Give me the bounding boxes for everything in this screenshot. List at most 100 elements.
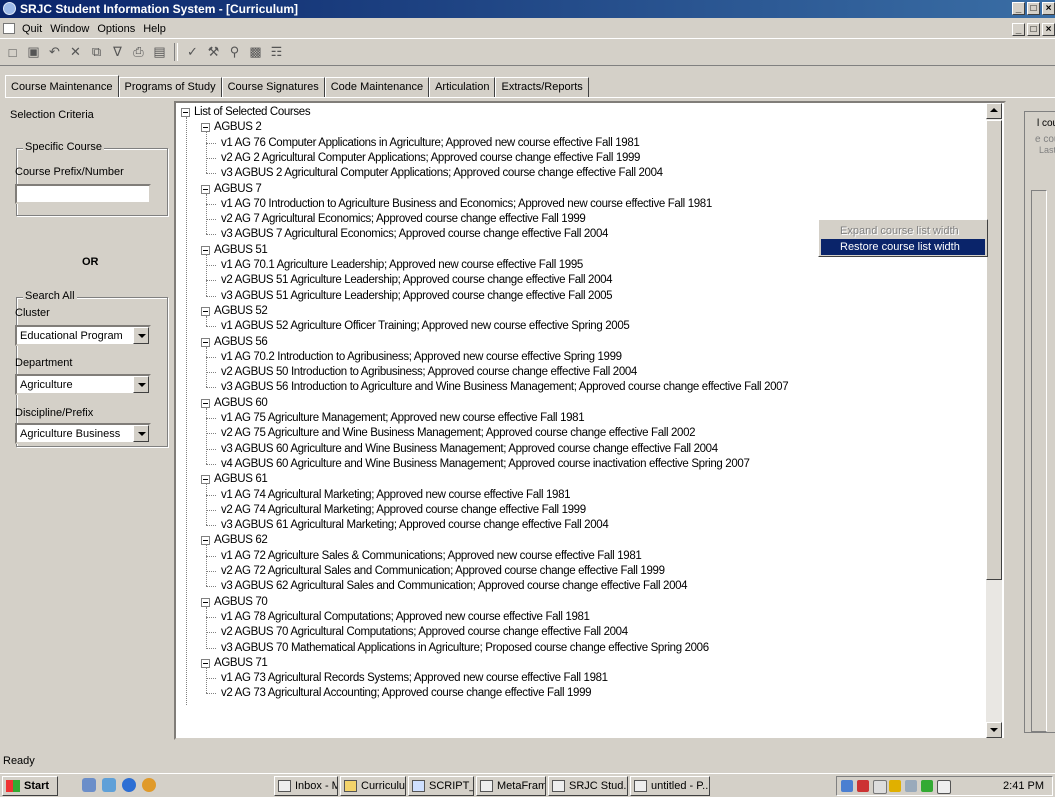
collapse-icon[interactable]: [181, 108, 190, 117]
desktop-icon[interactable]: [82, 778, 96, 792]
tab-extracts-reports[interactable]: Extracts/Reports: [495, 77, 589, 97]
tree-group-node[interactable]: AGBUS 51: [214, 242, 268, 258]
tree-version-item[interactable]: v1 AG 76 Computer Applications in Agricu…: [221, 135, 640, 151]
preview-icon[interactable]: ▤: [151, 44, 168, 61]
collapse-icon[interactable]: [201, 123, 210, 133]
tree-group-node[interactable]: AGBUS 52: [214, 303, 268, 319]
menu-options[interactable]: Options: [97, 23, 135, 35]
app-icon[interactable]: [3, 2, 16, 15]
tree-group-node[interactable]: AGBUS 56: [214, 334, 268, 350]
spellcheck-icon[interactable]: ✓: [184, 44, 201, 61]
restore-course-list-width-item[interactable]: Restore course list width: [821, 239, 985, 255]
network-icon[interactable]: [841, 780, 853, 792]
tree-version-item[interactable]: v3 AGBUS 70 Mathematical Applications in…: [221, 640, 709, 656]
tree-version-item[interactable]: v4 AGBUS 60 Agriculture and Wine Busines…: [221, 456, 750, 472]
media-icon[interactable]: [142, 778, 156, 792]
volume-icon[interactable]: [873, 780, 887, 794]
tree-group-node[interactable]: AGBUS 71: [214, 655, 268, 671]
discipline-select[interactable]: Agriculture Business: [15, 423, 151, 444]
document-icon[interactable]: [3, 23, 15, 34]
undo-icon[interactable]: ↶: [46, 44, 63, 61]
tree-group-node[interactable]: AGBUS 62: [214, 532, 268, 548]
tree-version-item[interactable]: v1 AG 75 Agriculture Management; Approve…: [221, 410, 585, 426]
mdi-restore-button[interactable]: □: [1027, 23, 1040, 36]
report-icon[interactable]: ☶: [268, 44, 285, 61]
export-icon[interactable]: ▩: [247, 44, 264, 61]
maximize-button[interactable]: □: [1027, 2, 1040, 15]
tree-version-item[interactable]: v2 AGBUS 70 Agricultural Computations; A…: [221, 624, 628, 640]
chevron-down-icon[interactable]: [133, 376, 149, 393]
course-list-tree[interactable]: List of Selected Courses AGBUS 2 v1 AG 76 …: [174, 101, 1006, 740]
tree-version-item[interactable]: v2 AGBUS 50 Introduction to Agribusiness…: [221, 364, 637, 380]
print-icon[interactable]: ⎙: [130, 44, 147, 61]
filter-icon[interactable]: ∇: [109, 44, 126, 61]
tree-version-item[interactable]: v2 AG 72 Agricultural Sales and Communic…: [221, 563, 665, 579]
tree-group-node[interactable]: AGBUS 70: [214, 594, 268, 610]
explorer-icon[interactable]: [102, 778, 116, 792]
tree-version-item[interactable]: v3 AGBUS 62 Agricultural Sales and Commu…: [221, 578, 688, 594]
start-button[interactable]: Start: [2, 776, 58, 796]
scroll-up-button[interactable]: [986, 103, 1002, 119]
menu-help[interactable]: Help: [143, 23, 166, 35]
tree-version-item[interactable]: v1 AG 78 Agricultural Computations; Appr…: [221, 609, 590, 625]
shield-icon[interactable]: [857, 780, 869, 792]
mdi-close-button[interactable]: ×: [1042, 23, 1055, 36]
task-metaframe[interactable]: MetaFram...: [476, 776, 546, 796]
tree-group-node[interactable]: AGBUS 2: [214, 119, 262, 135]
task-untitled-paint[interactable]: untitled - P...: [630, 776, 710, 796]
clock[interactable]: 2:41 PM: [1003, 780, 1044, 792]
internet-explorer-icon[interactable]: [122, 778, 136, 792]
collapse-icon[interactable]: [201, 658, 210, 668]
department-select[interactable]: Agriculture: [15, 374, 151, 395]
tree-version-item[interactable]: v1 AG 70.1 Agriculture Leadership; Appro…: [221, 257, 583, 273]
chevron-down-icon[interactable]: [133, 425, 149, 442]
task-srjc-student[interactable]: SRJC Stud...: [548, 776, 628, 796]
tree-version-item[interactable]: v3 AGBUS 61 Agricultural Marketing; Appr…: [221, 517, 609, 533]
tree-version-item[interactable]: v2 AG 2 Agricultural Computer Applicatio…: [221, 150, 640, 166]
cluster-select[interactable]: Educational Program: [15, 325, 151, 346]
tree-version-item[interactable]: v2 AG 75 Agriculture and Wine Business M…: [221, 425, 696, 441]
tools-icon[interactable]: ⚒: [205, 44, 222, 61]
course-prefix-input[interactable]: [15, 184, 151, 204]
vertical-scrollbar[interactable]: [986, 103, 1002, 738]
collapse-icon[interactable]: [201, 337, 210, 347]
collapse-icon[interactable]: [201, 398, 210, 408]
task-inbox[interactable]: Inbox - Mic...: [274, 776, 338, 796]
chevron-down-icon[interactable]: [133, 327, 149, 344]
tree-version-item[interactable]: v2 AG 7 Agricultural Economics; Approved…: [221, 211, 586, 227]
tree-group-node[interactable]: AGBUS 7: [214, 181, 262, 197]
tab-code-maintenance[interactable]: Code Maintenance: [324, 77, 430, 97]
update-icon[interactable]: [921, 780, 933, 792]
task-script[interactable]: SCRIPT_C...: [408, 776, 474, 796]
collapse-icon[interactable]: [201, 475, 210, 485]
new-icon[interactable]: □: [4, 44, 21, 61]
expand-course-list-width-item[interactable]: Expand course list width: [821, 223, 985, 239]
task-curriculum[interactable]: Curriculum ...: [340, 776, 406, 796]
delete-icon[interactable]: ✕: [67, 44, 84, 61]
tree-version-item[interactable]: v3 AGBUS 60 Agriculture and Wine Busines…: [221, 441, 718, 457]
mdi-minimize-button[interactable]: _: [1012, 23, 1025, 36]
tree-version-item[interactable]: v1 AGBUS 52 Agriculture Officer Training…: [221, 318, 630, 334]
collapse-icon[interactable]: [201, 536, 210, 546]
tree-version-item[interactable]: v2 AG 73 Agricultural Accounting; Approv…: [221, 685, 592, 701]
minimize-button[interactable]: _: [1012, 2, 1025, 15]
tree-version-item[interactable]: v1 AG 74 Agricultural Marketing; Approve…: [221, 487, 571, 503]
collapse-icon[interactable]: [201, 597, 210, 607]
tree-group-node[interactable]: AGBUS 60: [214, 395, 268, 411]
connection-icon[interactable]: [905, 780, 917, 792]
menu-quit[interactable]: Quit: [22, 23, 42, 35]
copy-icon[interactable]: ⧉: [88, 44, 105, 61]
tree-version-item[interactable]: v3 AGBUS 51 Agriculture Leadership; Appr…: [221, 288, 613, 304]
tree-version-item[interactable]: v1 AG 73 Agricultural Records Systems; A…: [221, 670, 608, 686]
security-icon[interactable]: [889, 780, 901, 792]
tree-version-item[interactable]: v3 AGBUS 56 Introduction to Agriculture …: [221, 379, 789, 395]
menu-window[interactable]: Window: [50, 23, 89, 35]
tree-version-item[interactable]: v1 AG 70.2 Introduction to Agribusiness;…: [221, 349, 622, 365]
tab-articulation[interactable]: Articulation: [429, 77, 496, 97]
close-button[interactable]: ×: [1042, 2, 1055, 15]
tab-course-maintenance[interactable]: Course Maintenance: [5, 75, 119, 97]
collapse-icon[interactable]: [201, 245, 210, 255]
scroll-thumb[interactable]: [986, 120, 1002, 580]
find-icon[interactable]: ⚲: [226, 44, 243, 61]
tree-version-item[interactable]: v2 AGBUS 51 Agriculture Leadership; Appr…: [221, 272, 613, 288]
